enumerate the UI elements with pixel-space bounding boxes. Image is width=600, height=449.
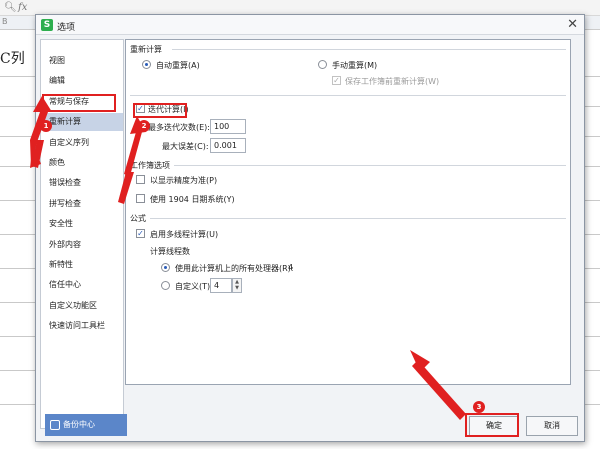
annotation-arrows [30,96,466,420]
step-badge-2: 2 [138,120,150,132]
step-badge-1: 1 [40,120,52,132]
step-badge-3: 3 [473,401,485,413]
